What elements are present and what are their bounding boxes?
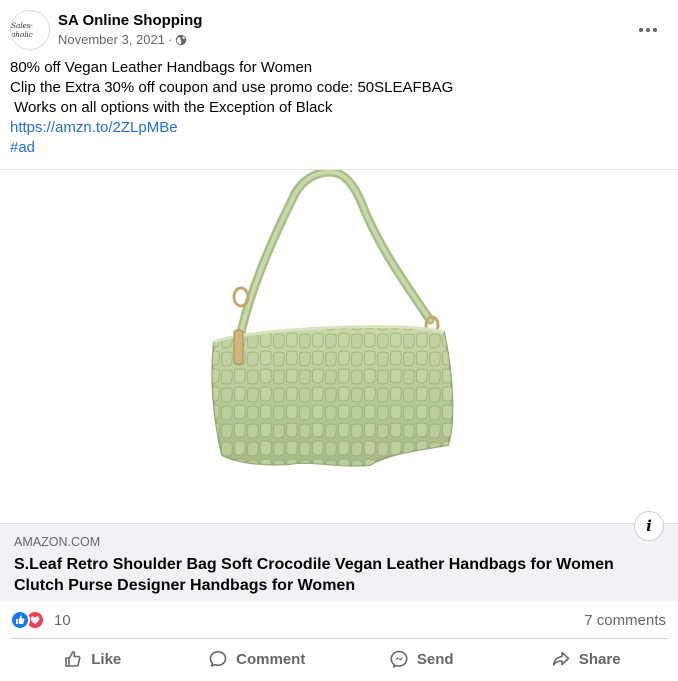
send-button[interactable]: Send — [339, 642, 504, 676]
affiliate-link[interactable]: https://amzn.to/2ZLpMBe — [10, 118, 660, 138]
share-button[interactable]: Share — [504, 642, 669, 676]
link-title[interactable]: S.Leaf Retro Shoulder Bag Soft Crocodile… — [14, 554, 654, 596]
like-button[interactable]: Like — [10, 642, 175, 676]
page-name-link[interactable]: SA Online Shopping — [58, 12, 202, 29]
more-options-icon — [638, 27, 658, 33]
send-label: Send — [416, 650, 454, 668]
post-header: Sales-aholic SA Online Shopping November… — [10, 10, 670, 50]
comment-count-link[interactable]: 7 comments — [584, 612, 666, 629]
avatar-logo-text: Sales-aholic — [11, 21, 33, 39]
more-options-button[interactable] — [636, 18, 660, 42]
thumbs-up-icon — [65, 651, 81, 667]
post-text-line-2: Clip the Extra 30% off coupon and use pr… — [10, 79, 454, 96]
post-date[interactable]: November 3, 2021 — [58, 32, 165, 47]
handbag-image — [211, 170, 454, 467]
share-label: Share — [578, 650, 621, 668]
page-avatar[interactable]: Sales-aholic — [10, 10, 50, 50]
hashtag-link[interactable]: #ad — [10, 138, 660, 158]
share-arrow-icon — [552, 651, 570, 666]
post-text: 80% off Vegan Leather Handbags for Women… — [10, 58, 660, 158]
comment-bubble-icon — [209, 651, 227, 667]
link-preview-card[interactable]: AMAZON.COM S.Leaf Retro Shoulder Bag Sof… — [0, 511, 678, 601]
action-bar: Like Comment Send Share — [10, 642, 668, 676]
action-divider — [10, 638, 668, 639]
meta-separator: · — [167, 32, 173, 47]
reaction-icons[interactable] — [10, 610, 45, 630]
link-domain: AMAZON.COM — [14, 535, 101, 549]
messenger-icon — [390, 650, 408, 669]
reactions-summary: 10 7 comments — [10, 608, 666, 632]
reaction-count[interactable]: 10 — [54, 612, 71, 629]
post-text-line-1: 80% off Vegan Leather Handbags for Women — [10, 59, 313, 76]
globe-icon[interactable] — [175, 34, 187, 46]
post-text-line-3: Works on all options with the Exception … — [10, 99, 333, 116]
post-meta: November 3, 2021 · — [58, 32, 187, 47]
like-label: Like — [91, 650, 122, 668]
like-reaction-icon — [10, 610, 30, 630]
info-icon[interactable]: i — [634, 511, 664, 541]
comment-label: Comment — [236, 650, 306, 668]
comment-button[interactable]: Comment — [175, 642, 340, 676]
product-image[interactable] — [0, 169, 678, 523]
facebook-post: Sales-aholic SA Online Shopping November… — [0, 0, 678, 681]
